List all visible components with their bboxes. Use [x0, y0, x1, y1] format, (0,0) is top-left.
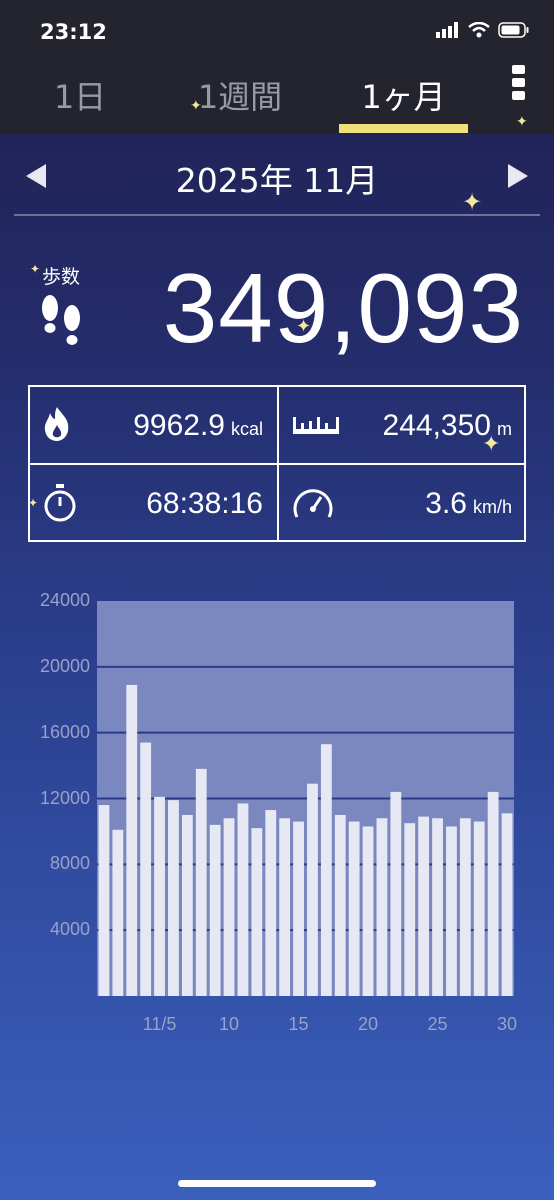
bar-day-17 [320, 744, 332, 996]
bar-day-30 [501, 813, 513, 996]
bar-day-10 [223, 818, 235, 996]
bar-day-16 [307, 783, 318, 996]
flame-icon [44, 407, 69, 441]
bar-day-12 [251, 828, 263, 996]
bar-day-24 [418, 816, 430, 996]
bar-day-18 [334, 814, 346, 996]
bar-day-1 [98, 805, 110, 996]
bar-day-9 [209, 824, 221, 996]
more-menu-icon[interactable] [512, 65, 526, 105]
bar-day-11 [237, 803, 249, 996]
bar-day-3 [126, 684, 138, 996]
ruler-icon [293, 417, 339, 434]
signal-icon [436, 22, 458, 38]
stopwatch-icon [44, 484, 76, 522]
steps-total: 349,093 [162, 253, 524, 363]
sparkle-decoration: ✦ [516, 114, 528, 130]
bar-day-23 [404, 823, 416, 996]
speedometer-icon [293, 489, 333, 518]
y-tick-label: 24000 [39, 590, 90, 610]
steps-label: 歩数 [42, 266, 81, 288]
x-tick-label: 10 [219, 1014, 240, 1034]
x-tick-label: 25 [427, 1014, 448, 1034]
bar-day-22 [390, 791, 402, 996]
chart-plot [97, 601, 514, 996]
sparkle-decoration: ✦ [30, 262, 41, 276]
bar-day-6 [168, 800, 179, 996]
speed-value: 3.6 [425, 487, 467, 520]
x-tick-label: 11/5 [142, 1014, 177, 1034]
wifi-icon [468, 22, 490, 38]
footprints-icon [42, 295, 80, 345]
x-tick-label: 30 [497, 1014, 518, 1034]
x-tick-label: 15 [288, 1014, 309, 1034]
calories-stat: 9962.9 kcal [30, 387, 277, 464]
calories-value: 9962.9 [133, 409, 225, 442]
bar-day-7 [181, 814, 193, 996]
home-indicator[interactable] [178, 1180, 376, 1187]
y-tick-label: 20000 [39, 655, 90, 676]
bar-day-8 [195, 768, 207, 996]
bar-day-15 [293, 821, 304, 996]
bar-day-27 [459, 818, 471, 996]
x-tick-label: 20 [358, 1014, 379, 1034]
sparkle-decoration: ✦ [190, 98, 202, 114]
duration-value: 68:38:16 [146, 487, 263, 520]
active-tab-indicator [339, 124, 468, 133]
sparkle-decoration: ✦ [482, 432, 501, 457]
sparkle-decoration: ✦ [28, 496, 39, 510]
distance-value: 244,350 [382, 409, 491, 442]
bar-day-5 [154, 796, 165, 996]
bar-day-26 [446, 826, 457, 996]
calories-unit: kcal [230, 419, 263, 439]
sparkle-decoration: ✦ [462, 188, 483, 216]
y-tick-label: 8000 [49, 853, 90, 874]
speed-unit: km/h [472, 497, 512, 517]
battery-icon [498, 22, 529, 38]
bar-day-29 [487, 791, 499, 996]
bar-day-4 [140, 742, 152, 996]
period-tabs: 1日 1週間 1ヶ月 [0, 62, 554, 134]
status-bar: 23:12 [0, 0, 554, 62]
status-icons [436, 22, 530, 38]
bar-day-20 [362, 826, 374, 996]
bar-day-21 [376, 818, 388, 996]
bar-day-13 [265, 810, 277, 996]
y-tick-label: 16000 [39, 721, 90, 742]
tab-month[interactable]: 1ヶ月 [339, 72, 468, 132]
y-tick-label: 12000 [39, 787, 90, 808]
steps-bar-chart: 24000 20000 16000 12000 8000 4000 11/5 10 15 20 2… [0, 580, 554, 1040]
next-month-arrow-icon[interactable] [508, 164, 528, 188]
bar-day-2 [112, 829, 124, 996]
tab-day[interactable]: 1日 [30, 72, 130, 132]
speed-stat: 3.6 km/h [279, 465, 526, 542]
bar-day-28 [473, 821, 485, 996]
bar-day-25 [432, 818, 443, 996]
duration-stat: 68:38:16 [30, 465, 277, 542]
stats-grid: 9962.9 kcal 244,350 m 68:38:16 3.6 km/h [28, 385, 526, 542]
clock: 23:12 [40, 20, 107, 44]
y-tick-label: 4000 [49, 919, 90, 940]
sparkle-decoration: ✦ [296, 316, 312, 337]
bar-day-19 [348, 821, 360, 996]
bar-day-14 [279, 818, 291, 996]
